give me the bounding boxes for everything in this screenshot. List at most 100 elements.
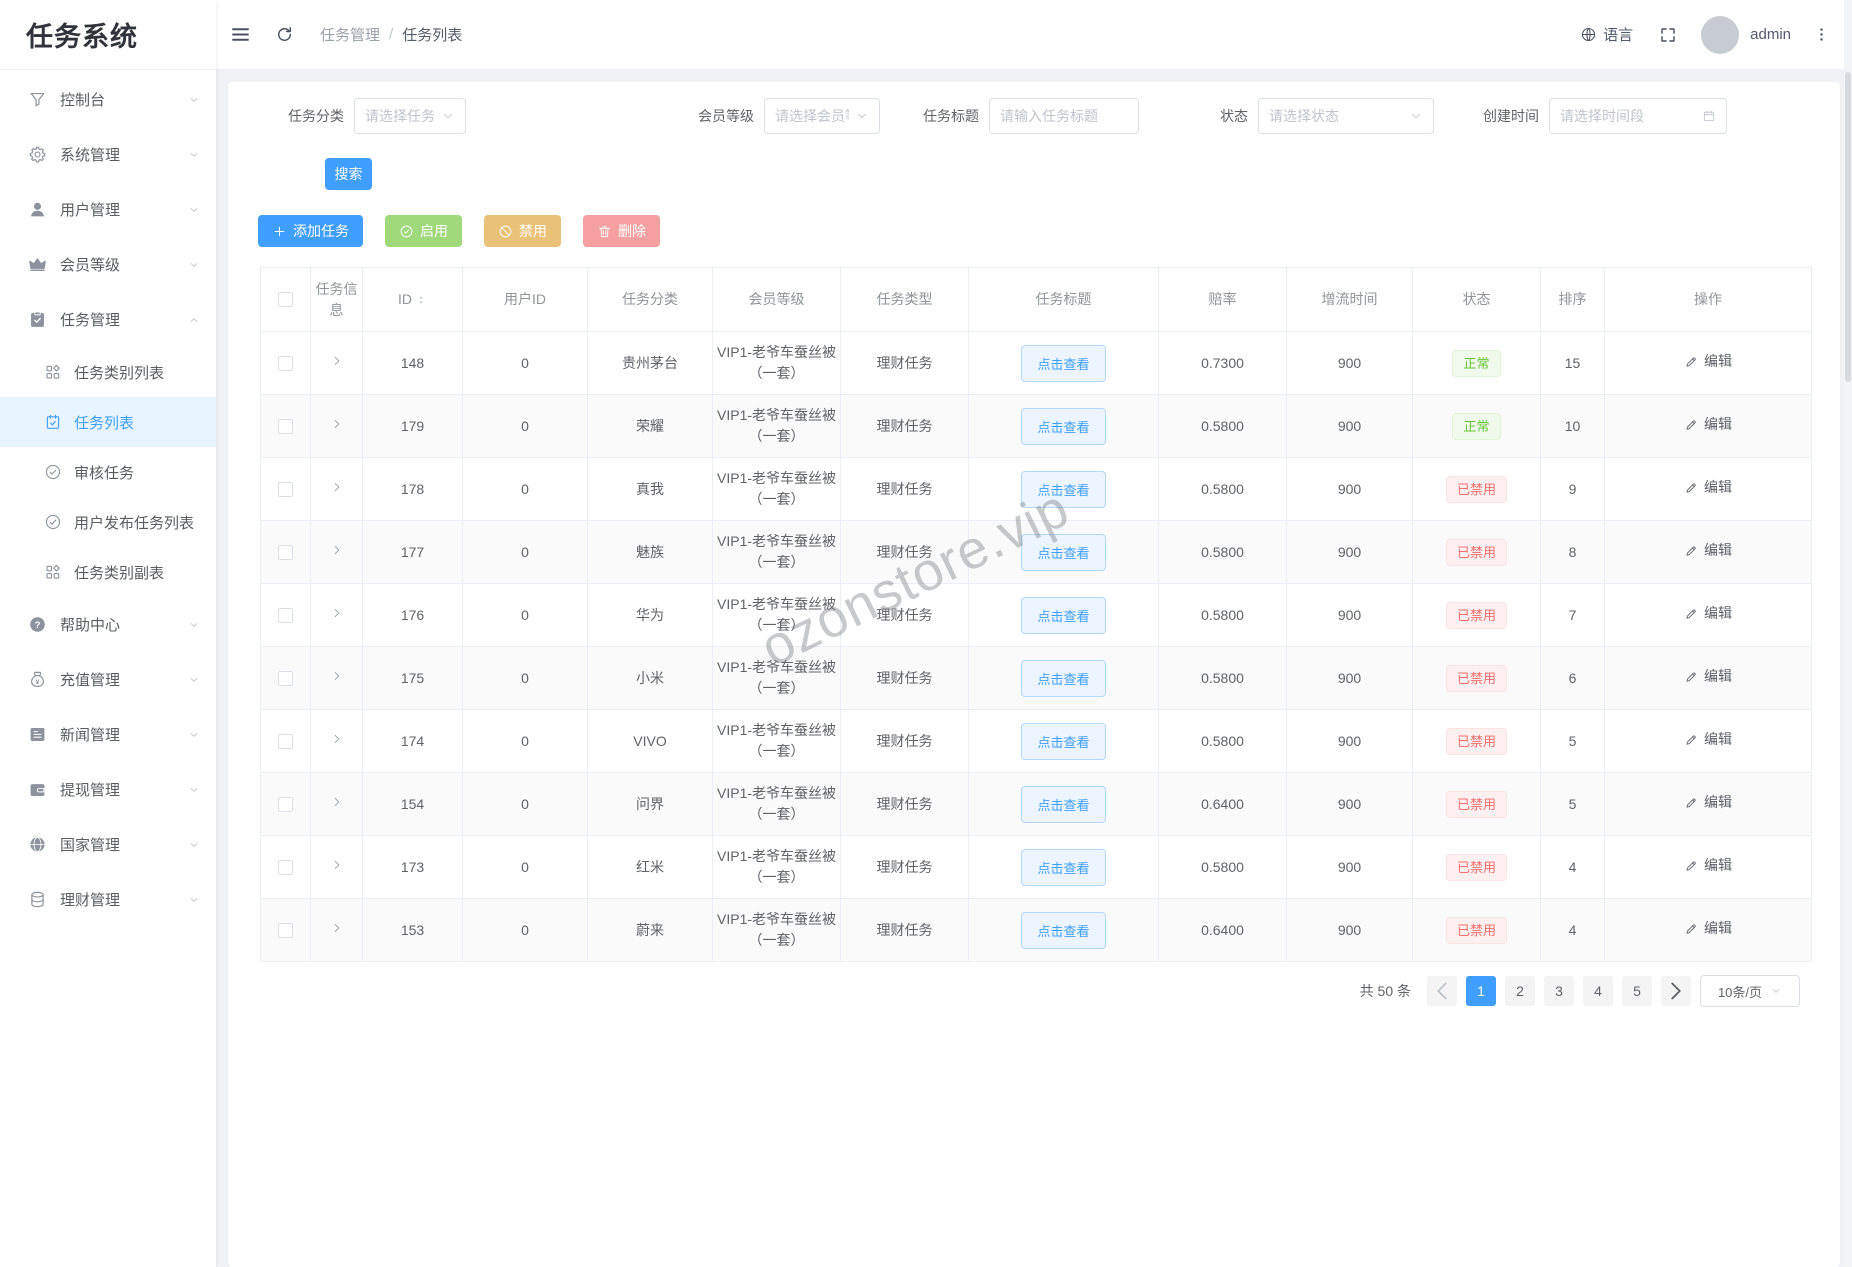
sidebar-subitem[interactable]: 审核任务 (0, 447, 216, 497)
column-header-id[interactable]: ID (362, 267, 463, 332)
sidebar-subitem[interactable]: 任务类别列表 (0, 347, 216, 397)
row-expand-icon[interactable] (330, 543, 344, 557)
search-button[interactable]: 搜索 (325, 158, 372, 190)
view-task-button[interactable]: 点击查看 (1021, 407, 1106, 445)
row-expand-icon[interactable] (330, 480, 344, 494)
hamburger-icon[interactable] (230, 24, 251, 45)
sidebar-item-9[interactable]: 国家管理 (0, 817, 216, 872)
funnel-icon (28, 90, 47, 109)
edit-button[interactable]: 编辑 (1684, 414, 1732, 435)
status-select[interactable]: 请选择状态 (1258, 98, 1434, 134)
edit-button[interactable]: 编辑 (1684, 792, 1732, 813)
sidebar-item-7[interactable]: 新闻管理 (0, 707, 216, 762)
sidebar-subitem[interactable]: 任务列表 (0, 397, 216, 447)
next-page-button[interactable] (1661, 976, 1691, 1006)
header-checkbox-cell (260, 267, 311, 332)
view-task-button[interactable]: 点击查看 (1021, 470, 1106, 508)
database-icon (28, 890, 47, 909)
row-expand-icon[interactable] (330, 795, 344, 809)
sidebar-item-2[interactable]: 用户管理 (0, 182, 216, 237)
filter-task-title: 任务标题 请输入任务标题 (923, 98, 1139, 134)
member-level-select[interactable]: 请选择会员等级 (764, 98, 880, 134)
view-task-button[interactable]: 点击查看 (1021, 533, 1106, 571)
filter-label: 创建时间 (1483, 108, 1539, 124)
fullscreen-icon[interactable] (1659, 26, 1677, 44)
row-expand-icon[interactable] (330, 732, 344, 746)
edit-button[interactable]: 编辑 (1684, 351, 1732, 372)
row-checkbox[interactable] (278, 544, 293, 560)
view-task-button[interactable]: 点击查看 (1021, 344, 1106, 382)
row-expand-icon[interactable] (330, 669, 344, 683)
edit-button[interactable]: 编辑 (1684, 918, 1732, 939)
status-badge: 已禁用 (1445, 475, 1507, 503)
sort-caret-icon[interactable] (415, 294, 427, 306)
page-button-5[interactable]: 5 (1622, 976, 1652, 1006)
sidebar-item-3[interactable]: 会员等级 (0, 237, 216, 292)
view-task-button[interactable]: 点击查看 (1021, 722, 1106, 760)
sidebar-item-label: 系统管理 (60, 147, 121, 164)
cell-member-level: VIP1-老爷车蚕丝被（一套） (712, 772, 841, 836)
row-checkbox[interactable] (278, 355, 293, 371)
sidebar-item-4[interactable]: 任务管理 (0, 292, 216, 347)
page-button-2[interactable]: 2 (1505, 976, 1535, 1006)
created-time-date-input[interactable]: 请选择时间段 (1549, 98, 1727, 134)
row-checkbox[interactable] (278, 670, 293, 686)
row-checkbox[interactable] (278, 607, 293, 623)
breadcrumb-separator: / (389, 26, 394, 43)
more-menu-icon[interactable] (1813, 26, 1830, 43)
row-expand-icon[interactable] (330, 606, 344, 620)
sidebar-item-8[interactable]: 提现管理 (0, 762, 216, 817)
cell-flow-time: 900 (1286, 898, 1413, 962)
add-task-button[interactable]: 添加任务 (258, 215, 363, 247)
row-expand-icon[interactable] (330, 858, 344, 872)
task-title-input[interactable]: 请输入任务标题 (989, 98, 1139, 134)
header-actions: 语言 admin (1580, 15, 1830, 54)
disable-button[interactable]: 禁用 (484, 215, 561, 247)
page-button-3[interactable]: 3 (1544, 976, 1574, 1006)
sidebar-subitem[interactable]: 用户发布任务列表 (0, 497, 216, 547)
delete-button[interactable]: 删除 (583, 215, 660, 247)
view-task-button[interactable]: 点击查看 (1021, 848, 1106, 886)
scrollbar-thumb[interactable] (1845, 72, 1851, 382)
edit-button[interactable]: 编辑 (1684, 855, 1732, 876)
view-task-button[interactable]: 点击查看 (1021, 911, 1106, 949)
sidebar-item-1[interactable]: 系统管理 (0, 127, 216, 182)
row-checkbox[interactable] (278, 481, 293, 497)
row-expand-icon[interactable] (330, 354, 344, 368)
created-time-placeholder: 请选择时间段 (1560, 108, 1644, 124)
sidebar-item-6[interactable]: ¥ 充值管理 (0, 652, 216, 707)
row-checkbox[interactable] (278, 418, 293, 434)
sidebar-item-0[interactable]: 控制台 (0, 72, 216, 127)
row-checkbox[interactable] (278, 859, 293, 875)
language-switch[interactable]: 语言 (1580, 24, 1633, 45)
page-scrollbar[interactable] (1844, 0, 1852, 1267)
refresh-icon[interactable] (275, 25, 294, 44)
row-checkbox[interactable] (278, 733, 293, 749)
breadcrumb-item[interactable]: 任务管理 (320, 24, 380, 45)
page-button-1[interactable]: 1 (1466, 976, 1496, 1006)
view-task-button[interactable]: 点击查看 (1021, 596, 1106, 634)
sidebar-item-10[interactable]: 理财管理 (0, 872, 216, 927)
avatar[interactable] (1701, 15, 1740, 54)
sidebar-item-5[interactable]: ? 帮助中心 (0, 597, 216, 652)
prev-page-button[interactable] (1427, 976, 1457, 1006)
task-category-select[interactable]: 请选择任务分类 (354, 98, 466, 134)
page-button-4[interactable]: 4 (1583, 976, 1613, 1006)
edit-button[interactable]: 编辑 (1684, 729, 1732, 750)
edit-button[interactable]: 编辑 (1684, 540, 1732, 561)
view-task-button[interactable]: 点击查看 (1021, 785, 1106, 823)
username[interactable]: admin (1750, 26, 1791, 43)
row-expand-icon[interactable] (330, 921, 344, 935)
enable-button[interactable]: 启用 (385, 215, 462, 247)
edit-button[interactable]: 编辑 (1684, 603, 1732, 624)
select-all-checkbox[interactable] (278, 292, 293, 307)
filter-label: 会员等级 (698, 108, 754, 124)
row-checkbox[interactable] (278, 922, 293, 938)
view-task-button[interactable]: 点击查看 (1021, 659, 1106, 697)
sidebar-subitem[interactable]: 任务类别副表 (0, 547, 216, 597)
row-expand-icon[interactable] (330, 417, 344, 431)
row-checkbox[interactable] (278, 796, 293, 812)
edit-button[interactable]: 编辑 (1684, 666, 1732, 687)
edit-button[interactable]: 编辑 (1684, 477, 1732, 498)
page-size-select[interactable]: 10条/页 (1700, 975, 1800, 1007)
